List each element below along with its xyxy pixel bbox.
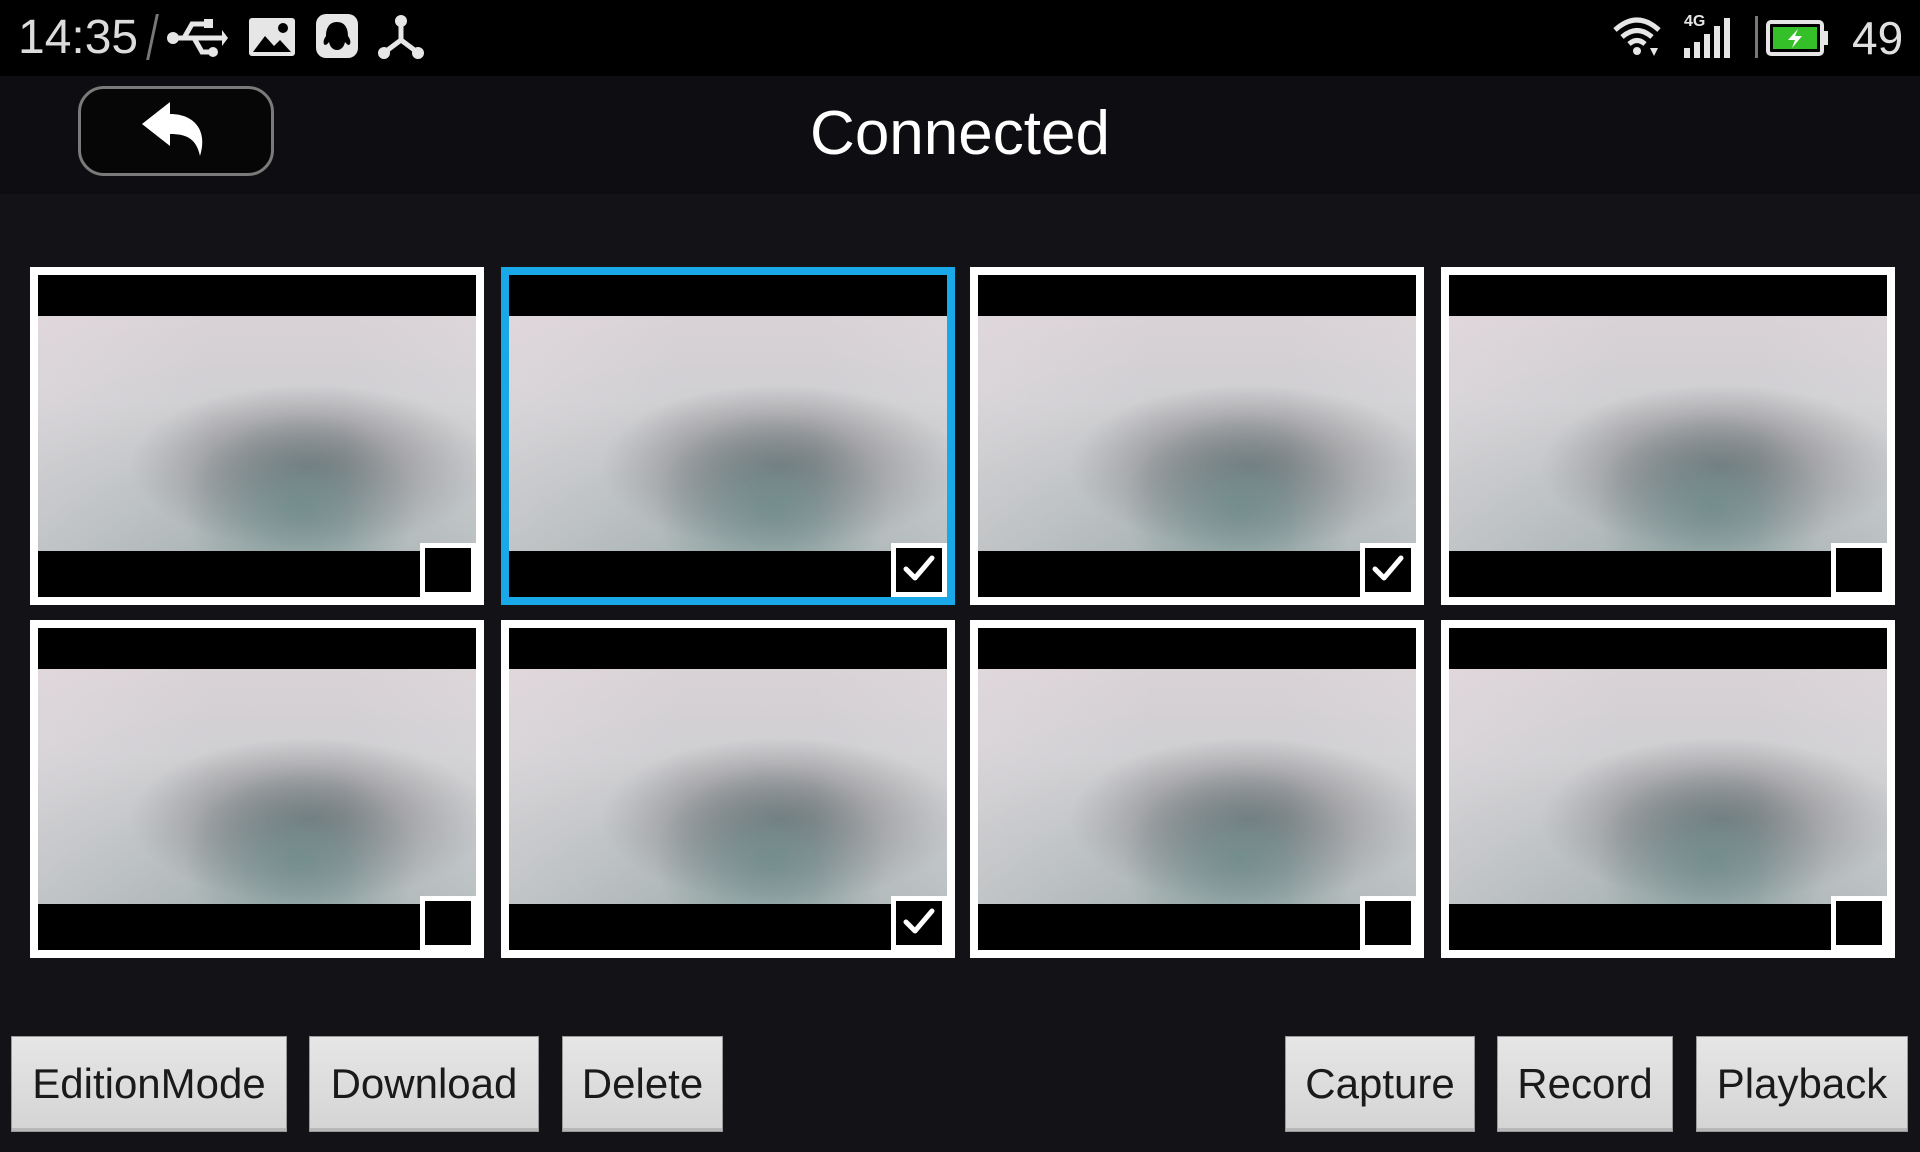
thumbnail-item[interactable] <box>970 267 1424 605</box>
thumbnail-item[interactable] <box>1441 620 1895 958</box>
svg-text:4G: 4G <box>1684 13 1705 30</box>
thumbnail-bottom-bar <box>38 904 476 950</box>
thumbnail-bottom-bar <box>38 551 476 597</box>
thumbnail-image <box>509 316 947 559</box>
thumbnail-item[interactable] <box>501 267 955 605</box>
thumbnail-top-bar <box>978 628 1416 669</box>
thumbnail-bottom-bar <box>1449 904 1887 950</box>
thumbnail-bottom-bar <box>978 904 1416 950</box>
delete-button[interactable]: Delete <box>562 1036 723 1132</box>
status-divider <box>146 14 159 60</box>
edition-mode-button[interactable]: EditionMode <box>11 1036 287 1132</box>
thumbnail-bottom-bar <box>978 551 1416 597</box>
thumbnail-item[interactable] <box>970 620 1424 958</box>
select-checkbox[interactable] <box>1360 896 1416 950</box>
header: Connected <box>0 76 1920 194</box>
thumbnail-item[interactable] <box>30 620 484 958</box>
record-button[interactable]: Record <box>1497 1036 1673 1132</box>
usb-icon <box>166 16 228 65</box>
select-checkbox[interactable] <box>420 543 476 597</box>
select-checkbox[interactable] <box>891 543 947 597</box>
thumbnail-item[interactable] <box>501 620 955 958</box>
checkmark-icon <box>1371 553 1405 588</box>
status-divider-right <box>1755 16 1758 58</box>
qq-icon <box>314 12 360 65</box>
checkmark-icon <box>902 553 936 588</box>
share-icon <box>376 14 426 65</box>
thumbnail-bottom-bar <box>509 904 947 950</box>
checkmark-icon <box>902 906 936 941</box>
thumbnail-top-bar <box>978 275 1416 316</box>
select-checkbox[interactable] <box>891 896 947 950</box>
battery-charging-icon <box>1766 18 1830 63</box>
thumbnail-image <box>509 669 947 912</box>
thumbnail-item[interactable] <box>30 267 484 605</box>
status-time: 14:35 <box>18 11 139 64</box>
wifi-icon <box>1612 16 1662 63</box>
select-checkbox[interactable] <box>1831 543 1887 597</box>
thumbnail-image <box>1449 669 1887 912</box>
thumbnail-image <box>38 316 476 559</box>
status-bar: 14:35 4G 49 <box>0 0 1920 76</box>
thumbnail-image <box>1449 316 1887 559</box>
thumbnail-image <box>978 669 1416 912</box>
thumbnail-image <box>978 316 1416 559</box>
select-checkbox[interactable] <box>1360 543 1416 597</box>
thumbnail-top-bar <box>509 275 947 316</box>
page-title: Connected <box>810 99 1110 168</box>
select-checkbox[interactable] <box>420 896 476 950</box>
thumbnail-top-bar <box>1449 275 1887 316</box>
thumbnail-image <box>38 669 476 912</box>
capture-button[interactable]: Capture <box>1285 1036 1475 1132</box>
battery-level: 49 <box>1852 12 1904 64</box>
thumbnail-top-bar <box>38 628 476 669</box>
thumbnail-top-bar <box>38 275 476 316</box>
signal-icon: 4G <box>1682 10 1738 65</box>
thumbnail-top-bar <box>509 628 947 669</box>
thumbnail-bottom-bar <box>1449 551 1887 597</box>
select-checkbox[interactable] <box>1831 896 1887 950</box>
thumbnail-top-bar <box>1449 628 1887 669</box>
gallery-icon <box>247 16 297 63</box>
download-button[interactable]: Download <box>309 1036 539 1132</box>
thumbnail-item[interactable] <box>1441 267 1895 605</box>
playback-button[interactable]: Playback <box>1696 1036 1908 1132</box>
thumbnail-bottom-bar <box>509 551 947 597</box>
